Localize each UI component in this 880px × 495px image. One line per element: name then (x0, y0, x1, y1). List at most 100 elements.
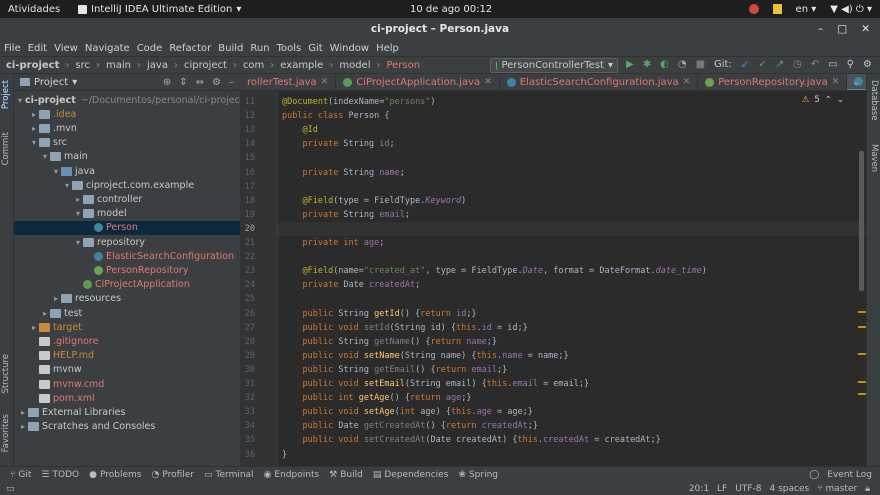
tool-window-problems[interactable]: ● Problems (89, 470, 141, 480)
chrome-icon[interactable] (748, 4, 759, 14)
warning-marker[interactable] (858, 326, 866, 328)
editor-tab[interactable]: CiProjectApplication.java ✕ (336, 74, 500, 90)
debug-icon[interactable]: ✱ (643, 59, 651, 70)
tool-window-spring[interactable]: ❀ Spring (458, 470, 498, 480)
git-branch[interactable]: ⑂ master (817, 484, 857, 494)
tree-item[interactable]: ▸ resources (14, 292, 240, 306)
tree-item[interactable]: ▾ src (14, 136, 240, 150)
chevron-right-icon[interactable]: ▸ (29, 124, 39, 133)
menu-code[interactable]: Code (137, 43, 163, 54)
tree-item[interactable]: ▾ java (14, 164, 240, 178)
inspection-widget[interactable]: ⚠ 5 ⌃ ⌄ (802, 95, 844, 105)
menu-refactor[interactable]: Refactor (169, 43, 211, 54)
warning-marker[interactable] (858, 393, 866, 395)
breadcrumb-item[interactable]: example (280, 60, 323, 71)
editor-tab[interactable]: ElasticSearchConfiguration.java ✕ (500, 74, 699, 90)
menu-help[interactable]: Help (376, 43, 399, 54)
breadcrumb-item[interactable]: Person (386, 60, 420, 71)
network-icon[interactable]: ▼ ◀) ⏻ ▾ (830, 4, 872, 15)
tree-item[interactable]: ElasticSearchConfiguration (14, 249, 240, 263)
tree-item[interactable]: ▾ repository (14, 235, 240, 249)
layout-icon[interactable]: ▭ (828, 59, 837, 70)
line-number[interactable]: 35 (245, 433, 255, 447)
notes-icon[interactable] (772, 4, 782, 14)
code-line[interactable]: } (282, 448, 287, 462)
language-indicator[interactable]: en ▾ (796, 4, 817, 15)
warning-marker[interactable] (858, 381, 866, 383)
code-line[interactable]: @Field(type = FieldType.Keyword) (282, 194, 466, 208)
menu-view[interactable]: View (54, 43, 78, 54)
search-icon[interactable]: ⚲ (847, 59, 854, 70)
tool-window-profiler[interactable]: ◔ Profiler (151, 470, 194, 480)
line-number[interactable]: 18 (245, 194, 255, 208)
tree-item[interactable]: ▸ Scratches and Consoles (14, 420, 240, 434)
event-log[interactable]: ◯ Event Log (809, 470, 872, 480)
line-number[interactable]: 29 (245, 349, 255, 363)
tree-item[interactable]: PersonRepository (14, 263, 240, 277)
line-number[interactable]: 11 (245, 95, 255, 109)
chevron-down-icon[interactable]: ▾ (18, 96, 22, 105)
line-number[interactable]: 17 (245, 180, 255, 194)
close-icon[interactable]: ✕ (861, 23, 870, 35)
line-number[interactable]: 24 (245, 278, 255, 292)
lock-icon[interactable]: 🔒︎ (865, 484, 870, 494)
menu-run[interactable]: Run (250, 43, 269, 54)
line-number[interactable]: 15 (245, 151, 255, 165)
chevron-down-icon[interactable]: ▾ (72, 77, 77, 88)
maximize-icon[interactable]: □ (837, 23, 847, 35)
tree-item[interactable]: ▸ target (14, 320, 240, 334)
editor-tab[interactable]: rollerTest.java ✕ (240, 74, 337, 90)
tree-item[interactable]: ▾ ci-project ~/Documentos/personal/ci-proj… (14, 93, 240, 107)
breadcrumb-item[interactable]: ci-project (6, 60, 59, 71)
tree-item[interactable]: mvnw (14, 363, 240, 377)
warning-marker[interactable] (858, 353, 866, 355)
menu-window[interactable]: Window (330, 43, 369, 54)
menu-build[interactable]: Build (218, 43, 243, 54)
run-icon[interactable]: ▶ (626, 59, 634, 70)
tool-window-todo[interactable]: ☰ TODO (41, 470, 79, 480)
line-number[interactable]: 20 (245, 222, 255, 236)
code-line[interactable]: public String getEmail() {return email;} (282, 363, 507, 377)
clock[interactable]: 10 de ago 00:12 (410, 4, 492, 15)
chevron-right-icon[interactable]: ▸ (29, 110, 39, 119)
chevron-right-icon[interactable]: ▸ (51, 294, 61, 303)
breadcrumb-item[interactable]: com (243, 60, 264, 71)
code-line[interactable]: public void setAge(int age) {this.age = … (282, 405, 532, 419)
code-line[interactable]: public void setName(String name) {this.n… (282, 349, 568, 363)
chevron-down-icon[interactable]: ▾ (40, 152, 50, 161)
git-commit-icon[interactable]: ✓ (758, 59, 766, 70)
rollback-icon[interactable]: ↶ (811, 59, 819, 70)
chevron-down-icon[interactable]: ▾ (62, 181, 72, 190)
expand-all-icon[interactable]: ⇔ (196, 77, 204, 88)
line-number[interactable]: 36 (245, 448, 255, 462)
close-tab-icon[interactable]: ✕ (832, 77, 840, 87)
line-number[interactable]: 21 (245, 236, 255, 250)
tree-item[interactable]: pom.xml (14, 391, 240, 405)
chevron-right-icon[interactable]: ▸ (18, 422, 28, 431)
tool-window-git[interactable]: ⑂ Git (10, 470, 31, 480)
project-panel-title[interactable]: Project (34, 77, 68, 88)
breadcrumb-item[interactable]: ciproject (184, 60, 227, 71)
tree-item[interactable]: ▸ External Libraries (14, 405, 240, 419)
chevron-down-icon[interactable]: ▾ (73, 238, 83, 247)
tree-item[interactable]: ▸ test (14, 306, 240, 320)
tree-item[interactable]: CiProjectApplication (14, 278, 240, 292)
tool-favorites[interactable]: Favorites (1, 414, 11, 452)
tool-window-build[interactable]: ⚒ Build (329, 470, 363, 480)
line-number[interactable]: 33 (245, 405, 255, 419)
editor-scrollbar[interactable] (859, 151, 864, 291)
code-editor[interactable]: ⚠ 5 ⌃ ⌄ @Document(indexName="persons") pu… (278, 91, 866, 466)
breadcrumb-item[interactable]: java (147, 60, 168, 71)
line-number[interactable]: 12 (245, 109, 255, 123)
caret-position[interactable]: 20:1 (689, 484, 709, 494)
line-number[interactable]: 28 (245, 335, 255, 349)
line-number[interactable]: 34 (245, 419, 255, 433)
line-number[interactable]: 27 (245, 321, 255, 335)
chevron-right-icon[interactable]: ▸ (18, 408, 28, 417)
profile-icon[interactable]: ◔ (678, 59, 687, 70)
history-icon[interactable]: ◷ (793, 59, 802, 70)
code-line[interactable]: @Id (282, 123, 317, 137)
menu-git[interactable]: Git (308, 43, 322, 54)
line-number[interactable]: 13 (245, 123, 255, 137)
menu-tools[interactable]: Tools (277, 43, 302, 54)
